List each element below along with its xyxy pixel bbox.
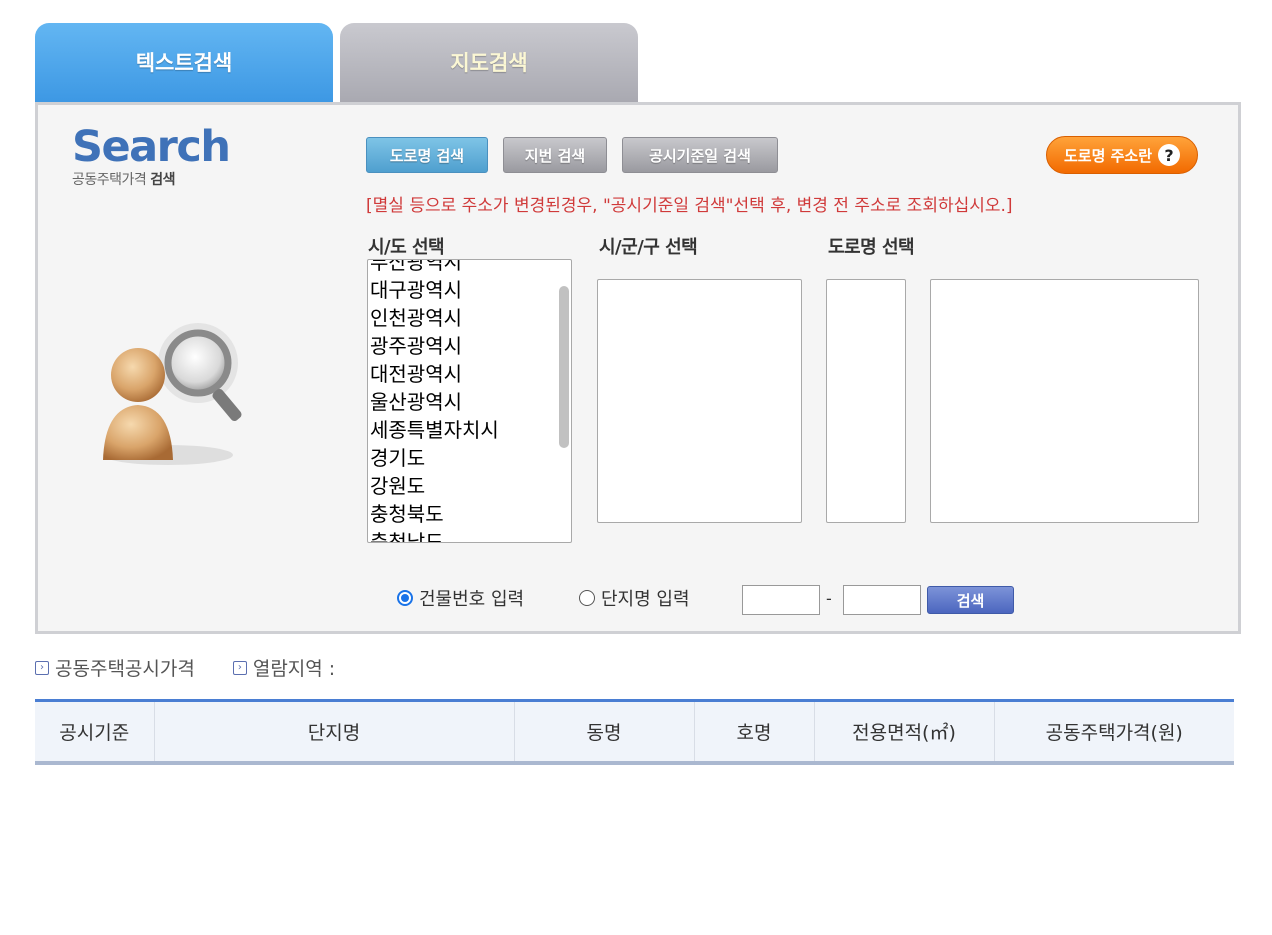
logo-word: Search [72,122,231,172]
sido-option[interactable]: 세종특별자치시 [370,416,499,444]
user-search-illustration-icon [103,323,242,465]
road-initial-listbox[interactable] [826,279,906,523]
road-name-listbox[interactable] [930,279,1199,523]
chevron-right-icon: › [232,660,247,675]
sido-option[interactable]: 경기도 [370,444,499,472]
help-button-label: 도로명 주소란 [1063,146,1153,165]
chevron-right-icon: › [35,660,49,675]
sido-option[interactable]: 충청남도 [370,528,499,542]
header-area: 전용면적(㎡) [813,700,994,763]
logo-sub-bold: 검색 [150,172,175,188]
sigungu-listbox[interactable] [597,279,802,523]
address-change-notice: [멸실 등으로 주소가 변경된경우, "공시기준일 검색"선택 후, 변경 전 … [366,196,1013,216]
table-header-row: 공시기준 단지명 동명 호명 전용면적(㎡) 공동주택가격(원) [35,700,1234,763]
sido-option[interactable]: 울산광역시 [370,388,499,416]
sido-options: 부산광역시 대구광역시 인천광역시 광주광역시 대전광역시 울산광역시 세종특별… [370,260,499,542]
number-separator: - [826,589,832,608]
road-address-help-button[interactable]: 도로명 주소란 ? [1046,136,1198,174]
sido-option[interactable]: 부산광역시 [370,260,499,276]
radio-building-number[interactable]: 건물번호 입력 [397,585,524,611]
radio-complex-name-dot[interactable] [579,590,595,606]
sido-option[interactable]: 대구광역시 [370,276,499,304]
sido-scrollbar[interactable] [559,286,569,448]
main-number-input[interactable] [742,585,820,615]
radio-building-number-label: 건물번호 입력 [419,589,525,610]
tab-text-search[interactable]: 텍스트검색 [35,23,333,102]
search-logo: Search 공동주택가격 검색 [72,122,231,189]
sido-listbox[interactable]: 부산광역시 대구광역시 인천광역시 광주광역시 대전광역시 울산광역시 세종특별… [367,259,572,543]
sido-option[interactable]: 충청북도 [370,500,499,528]
sido-option[interactable]: 인천광역시 [370,304,499,332]
logo-sub-normal: 공동주택가격 [72,172,147,188]
question-icon: ? [1158,144,1181,166]
sido-option[interactable]: 대전광역시 [370,360,499,388]
header-unit: 호명 [693,700,814,763]
radio-complex-name[interactable]: 단지명 입력 [579,585,690,611]
header-building: 동명 [513,700,694,763]
tab-map-search[interactable]: 지도검색 [340,23,638,102]
radio-building-number-dot[interactable] [397,590,413,606]
header-complex-name: 단지명 [153,700,514,763]
lot-number-search-button[interactable]: 지번 검색 [503,137,607,173]
sido-option[interactable]: 강원도 [370,472,499,500]
region-info-label: 열람지역 : [252,658,336,680]
radio-complex-name-label: 단지명 입력 [601,589,690,610]
search-button[interactable]: 검색 [927,586,1014,614]
header-price: 공동주택가격(원) [993,700,1234,763]
sigungu-label: 시/군/구 선택 [599,237,698,258]
sub-number-input[interactable] [843,585,921,615]
sido-label: 시/도 선택 [368,237,445,258]
road-label: 도로명 선택 [828,237,915,258]
notice-date-search-button[interactable]: 공시기준일 검색 [622,137,778,173]
search-panel: Search 공동주택가격 검색 도로명 검색 지번 검색 공시기준일 검색 도… [35,102,1241,634]
logo-subtitle: 공동주택가격 검색 [72,169,229,189]
info-row: › 공동주택공시가격 › 열람지역 : [35,654,335,681]
price-info-label: 공동주택공시가격 [55,658,195,680]
region-info-item: › 열람지역 : [232,654,336,681]
header-notice-date: 공시기준 [35,700,154,763]
price-info-item: › 공동주택공시가격 [35,654,195,681]
result-table: 공시기준 단지명 동명 호명 전용면적(㎡) 공동주택가격(원) [35,699,1234,765]
road-name-search-button[interactable]: 도로명 검색 [366,137,488,173]
sido-option[interactable]: 광주광역시 [370,332,499,360]
